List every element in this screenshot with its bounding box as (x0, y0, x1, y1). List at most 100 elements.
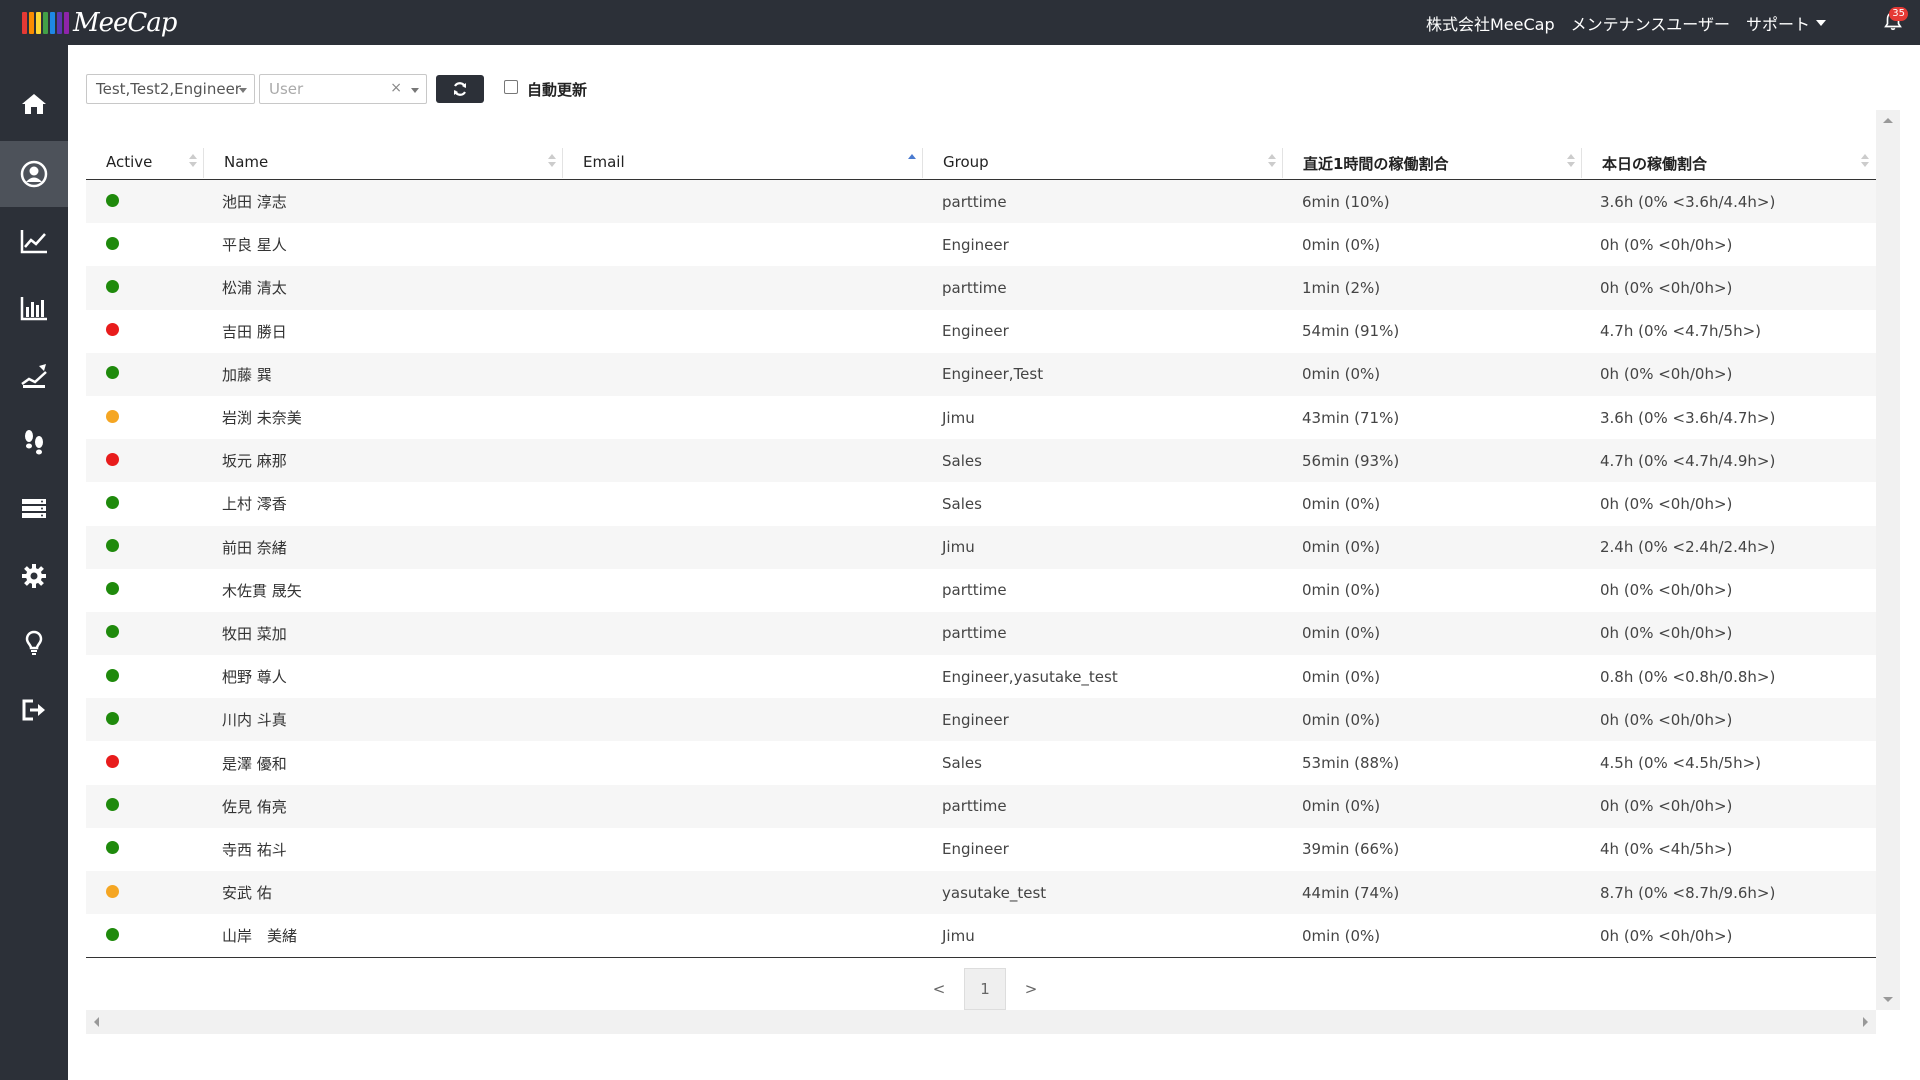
table-row[interactable]: 山岸 美緒 Jimu 0min (0%) 0h (0% <0h/0h>) (86, 914, 1876, 957)
column-header-email[interactable]: Email (563, 146, 923, 179)
user-select[interactable]: User × (259, 74, 427, 104)
support-menu[interactable]: サポート (1746, 11, 1826, 35)
column-header-last-hour[interactable]: 直近1時間の稼働割合 (1283, 146, 1582, 179)
today-cell: 0h (0% <0h/0h>) (1600, 624, 1733, 643)
group-cell: Engineer (942, 322, 1009, 341)
active-cell (86, 538, 204, 556)
table-row[interactable]: 松浦 清太 parttime 1min (2%) 0h (0% <0h/0h>) (86, 266, 1876, 310)
last-hour-cell: 0min (0%) (1302, 710, 1381, 729)
sidebar-item-settings[interactable] (0, 543, 68, 609)
next-page-button[interactable]: > (1016, 980, 1046, 998)
table-row[interactable]: 池田 淳志 parttime 6min (10%) 3.6h (0% <3.6h/4.… (86, 180, 1876, 224)
table-row[interactable]: 是澤 優和 Sales 53min (88%) 4.5h (0% <4.5h/5h>) (86, 741, 1876, 784)
last-hour-cell: 0min (0%) (1302, 235, 1381, 254)
name-cell[interactable]: 上村 澪香 (204, 493, 563, 514)
name-cell[interactable]: 川内 斗真 (204, 709, 563, 730)
sidebar-item-home[interactable] (0, 71, 68, 137)
notification-badge: 35 (1889, 7, 1908, 21)
scroll-up-icon[interactable] (1883, 118, 1893, 123)
name-cell[interactable]: 加藤 巽 (204, 364, 563, 385)
sidebar-item-users[interactable] (0, 141, 68, 207)
today-cell: 0h (0% <0h/0h>) (1600, 581, 1733, 600)
sidebar-item-activity[interactable] (0, 409, 68, 475)
sidebar (0, 45, 68, 1080)
name-cell[interactable]: 木佐貫 晟矢 (204, 580, 563, 601)
active-cell (86, 236, 204, 254)
refresh-button[interactable] (436, 75, 484, 103)
sidebar-item-reports[interactable] (0, 275, 68, 341)
company-name: 株式会社MeeCap (1425, 14, 1555, 34)
app-logo[interactable]: MeeCap (22, 6, 177, 40)
gear-icon (22, 564, 46, 588)
name-cell[interactable]: 安武 佑 (204, 882, 563, 903)
name-cell[interactable]: 松浦 清太 (204, 277, 563, 298)
today-cell: 0h (0% <0h/0h>) (1600, 494, 1733, 513)
table-row[interactable]: 牧田 菜加 parttime 0min (0%) 0h (0% <0h/0h>) (86, 611, 1876, 656)
table-row[interactable]: 佐見 侑亮 parttime 0min (0%) 0h (0% <0h/0h>) (86, 784, 1876, 828)
name-cell[interactable]: 牧田 菜加 (204, 623, 563, 644)
vertical-scrollbar[interactable] (1876, 110, 1900, 1010)
table-row[interactable]: 寺西 祐斗 Engineer 39min (66%) 4h (0% <4h/5h>) (86, 828, 1876, 871)
table-body: 池田 淳志 parttime 6min (10%) 3.6h (0% <3.6h/4.… (86, 180, 1876, 959)
status-dot (106, 279, 119, 293)
scroll-down-icon[interactable] (1883, 997, 1893, 1002)
page-1-button[interactable]: 1 (964, 968, 1006, 1010)
name-cell[interactable]: 杷野 尊人 (204, 666, 563, 687)
name-cell[interactable]: 池田 淳志 (204, 191, 563, 212)
table-row[interactable]: 杷野 尊人 Engineer,yasutake_test 0min (0%) 0.8h… (86, 655, 1876, 698)
name-cell[interactable]: 佐見 侑亮 (204, 796, 563, 817)
sidebar-item-devices[interactable] (0, 476, 68, 542)
footsteps-icon (25, 430, 43, 455)
last-hour-cell: 0min (0%) (1302, 365, 1381, 384)
name-cell[interactable]: 山岸 美緒 (204, 925, 563, 946)
status-dot (106, 236, 119, 250)
name-cell[interactable]: 岩渕 未奈美 (204, 407, 563, 428)
sort-icon (1861, 154, 1869, 170)
table-row[interactable]: 上村 澪香 Sales 0min (0%) 0h (0% <0h/0h>) (86, 482, 1876, 525)
sidebar-item-logout[interactable] (0, 677, 68, 743)
table-row[interactable]: 加藤 巽 Engineer,Test 0min (0%) 0h (0% <0h/0h>… (86, 352, 1876, 396)
name-cell[interactable]: 是澤 優和 (204, 753, 563, 774)
column-header-active[interactable]: Active (86, 146, 204, 179)
table-row[interactable]: 安武 佑 yasutake_test 44min (74%) 8.7h (0% <8.… (86, 871, 1876, 915)
table-row[interactable]: 吉田 勝日 Engineer 54min (91%) 4.7h (0% <4.7h/5… (86, 310, 1876, 353)
scroll-left-icon[interactable] (94, 1017, 99, 1027)
bar-chart-icon (20, 297, 47, 321)
group-cell: parttime (942, 192, 1007, 211)
group-select[interactable]: Test,Test2,Engineer (86, 74, 255, 104)
prev-page-button[interactable]: < (924, 980, 954, 998)
table-row[interactable]: 平良 星人 Engineer 0min (0%) 0h (0% <0h/0h>) (86, 223, 1876, 266)
table-row[interactable]: 木佐貫 晟矢 parttime 0min (0%) 0h (0% <0h/0h>) (86, 569, 1876, 612)
name-cell[interactable]: 坂元 麻那 (204, 450, 563, 471)
active-cell (86, 193, 204, 211)
chevron-down-icon (411, 88, 419, 93)
auto-refresh-toggle[interactable]: 自動更新 (504, 79, 587, 100)
name-cell[interactable]: 吉田 勝日 (204, 321, 563, 342)
today-cell: 3.6h (0% <3.6h/4.7h>) (1600, 408, 1776, 427)
name-cell[interactable]: 寺西 祐斗 (204, 839, 563, 860)
name-cell[interactable]: 平良 星人 (204, 234, 563, 255)
table-row[interactable]: 前田 奈緒 Jimu 0min (0%) 2.4h (0% <2.4h/2.4h>) (86, 525, 1876, 569)
horizontal-scrollbar[interactable] (86, 1010, 1876, 1034)
column-header-group[interactable]: Group (923, 146, 1283, 179)
column-header-name[interactable]: Name (204, 146, 563, 179)
column-header-today[interactable]: 本日の稼働割合 (1582, 146, 1876, 179)
table-row[interactable]: 坂元 麻那 Sales 56min (93%) 4.7h (0% <4.7h/4.9h… (86, 439, 1876, 483)
table-row[interactable]: 岩渕 未奈美 Jimu 43min (71%) 3.6h (0% <3.6h/4.7h… (86, 396, 1876, 439)
today-cell: 0h (0% <0h/0h>) (1600, 926, 1733, 945)
auto-refresh-checkbox[interactable] (504, 80, 518, 94)
column-label: Email (583, 153, 625, 171)
status-dot (106, 798, 119, 812)
sidebar-item-tips[interactable] (0, 610, 68, 676)
scroll-right-icon[interactable] (1863, 1017, 1868, 1027)
name-cell[interactable]: 前田 奈緒 (204, 537, 563, 558)
sidebar-item-growth[interactable] (0, 342, 68, 408)
sidebar-item-trends[interactable] (0, 208, 68, 274)
chevron-down-icon (1816, 19, 1826, 26)
status-dot (106, 539, 119, 553)
user-name[interactable]: メンテナンスユーザー (1571, 11, 1730, 35)
table-row[interactable]: 川内 斗真 Engineer 0min (0%) 0h (0% <0h/0h>) (86, 698, 1876, 742)
last-hour-cell: 0min (0%) (1302, 667, 1381, 686)
users-table: Active Name Email Group 直近1時間の稼働割合 本日の稼働… (86, 146, 1876, 959)
clear-icon[interactable]: × (390, 80, 402, 96)
